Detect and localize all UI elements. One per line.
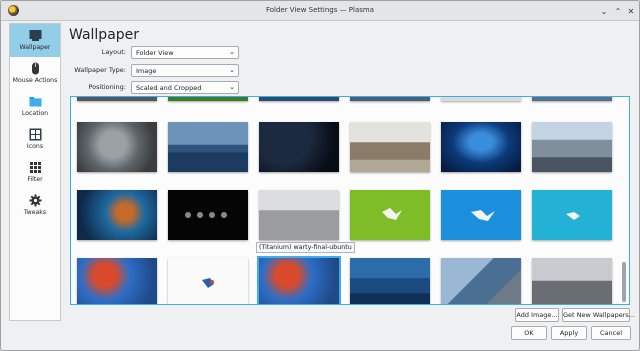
sidebar-item-location[interactable]: Location	[10, 90, 60, 123]
wallpaper-thumbnail[interactable]	[532, 258, 612, 304]
minimize-icon[interactable]: ⌄	[598, 5, 610, 17]
sidebar-item-label: Icons	[26, 143, 44, 150]
wallpaper-thumbnail[interactable]	[350, 122, 430, 172]
wallpaper-thumbnail[interactable]	[259, 122, 339, 172]
wallpaper-thumbnail[interactable]	[532, 97, 612, 101]
add-image-button[interactable]: Add Image...	[515, 308, 559, 322]
wallpaper-thumbnail[interactable]	[77, 97, 157, 101]
wallpaper-thumbnail[interactable]	[441, 122, 521, 172]
wallpaper-type-value: Image	[136, 67, 157, 75]
thumbnail-tooltip: (Titanium) warty-final-ubuntu	[256, 242, 355, 253]
sidebar-item-label: Mouse Actions	[12, 77, 58, 84]
wallpaper-thumbnail[interactable]	[441, 97, 521, 101]
wallpaper-thumbnail[interactable]	[350, 258, 430, 304]
positioning-row: Positioning:	[62, 81, 126, 94]
scrollbar-thumb[interactable]	[622, 262, 626, 302]
wallpaper-thumbnail[interactable]	[168, 122, 248, 172]
icons-grid-icon	[29, 128, 42, 141]
wallpaper-thumbnail[interactable]	[350, 97, 430, 101]
main-panel: Wallpaper Layout: Folder View ⌄ Wallpape…	[62, 23, 637, 323]
page-title: Wallpaper	[69, 27, 140, 43]
wallpaper-icon	[29, 29, 42, 42]
wallpaper-thumbnail[interactable]	[168, 97, 248, 101]
chevron-down-icon: ⌄	[229, 48, 235, 56]
sidebar-item-tweaks[interactable]: Tweaks	[10, 189, 60, 222]
close-icon[interactable]: ✕	[625, 5, 637, 17]
wallpaper-thumbnail[interactable]	[168, 190, 248, 240]
wallpaper-thumbnail[interactable]	[77, 122, 157, 172]
wallpaper-type-label: Wallpaper Type:	[74, 66, 126, 74]
layout-select[interactable]: Folder View ⌄	[131, 46, 239, 59]
cancel-button[interactable]: Cancel	[591, 326, 631, 340]
wallpaper-thumbnail[interactable]	[168, 258, 248, 304]
wallpaper-thumbnail[interactable]	[259, 97, 339, 101]
ok-button[interactable]: OK	[511, 326, 547, 340]
wallpaper-type-select[interactable]: Image ⌄	[131, 64, 239, 77]
wallpaper-thumbnail-selected[interactable]	[257, 256, 341, 304]
settings-window: Folder View Settings — Plasma ⌄ ⌃ ✕ Wall…	[0, 0, 640, 351]
layout-value: Folder View	[136, 49, 174, 57]
layout-row: Layout:	[62, 46, 126, 59]
filter-icon	[29, 161, 42, 174]
wallpaper-thumbnail[interactable]	[441, 258, 521, 304]
folder-icon	[29, 95, 42, 108]
wallpaper-thumbnail[interactable]	[532, 122, 612, 172]
sidebar-item-label: Location	[21, 110, 49, 117]
positioning-select[interactable]: Scaled and Cropped ⌄	[131, 81, 239, 94]
wallpaper-grid[interactable]: (Titanium) warty-final-ubuntu	[70, 96, 630, 305]
mouse-icon	[29, 62, 42, 75]
sidebar-item-label: Tweaks	[23, 209, 47, 216]
wallpaper-thumbnail[interactable]	[532, 190, 612, 240]
wallpaper-thumbnail[interactable]	[259, 190, 339, 240]
wallpaper-thumbnail[interactable]	[350, 190, 430, 240]
grid-scrollbar[interactable]	[622, 99, 627, 302]
maximize-icon[interactable]: ⌃	[612, 5, 624, 17]
wallpaper-type-row: Wallpaper Type:	[62, 64, 126, 77]
layout-label: Layout:	[101, 48, 126, 56]
dialog-buttons: OK Apply Cancel	[1, 323, 639, 350]
sidebar-item-filter[interactable]: Filter	[10, 156, 60, 189]
positioning-value: Scaled and Cropped	[136, 84, 202, 92]
title-bar: Folder View Settings — Plasma ⌄ ⌃ ✕	[1, 1, 639, 21]
wallpaper-thumbnail[interactable]	[77, 258, 157, 304]
apply-button[interactable]: Apply	[551, 326, 587, 340]
chevron-down-icon: ⌄	[229, 83, 235, 91]
sidebar-item-label: Filter	[27, 176, 43, 183]
sidebar: Wallpaper Mouse Actions Location Icons F…	[9, 23, 61, 321]
get-new-wallpapers-button[interactable]: Get New Wallpapers...	[562, 308, 635, 322]
positioning-label: Positioning:	[88, 83, 126, 91]
sidebar-item-icons[interactable]: Icons	[10, 123, 60, 156]
sidebar-item-wallpaper[interactable]: Wallpaper	[10, 24, 60, 57]
wallpaper-thumbnail[interactable]	[77, 190, 157, 240]
wallpaper-thumbnail[interactable]	[441, 190, 521, 240]
window-title: Folder View Settings — Plasma	[265, 6, 375, 14]
chevron-down-icon: ⌄	[229, 66, 235, 74]
sidebar-item-mouse-actions[interactable]: Mouse Actions	[10, 57, 60, 90]
sidebar-item-label: Wallpaper	[19, 44, 51, 51]
gear-icon	[29, 194, 42, 207]
